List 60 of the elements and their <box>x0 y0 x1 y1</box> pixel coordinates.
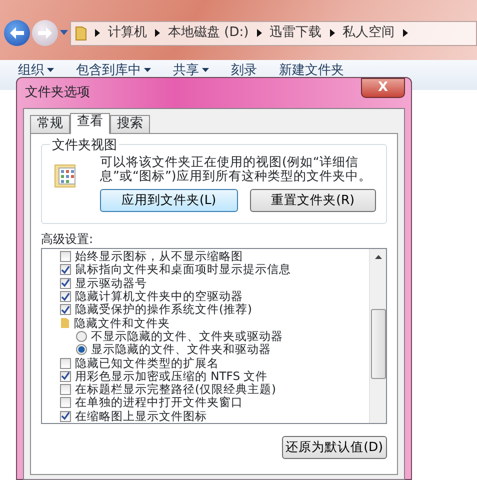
breadcrumb-arrow-icon[interactable] <box>256 29 262 37</box>
setting-label[interactable]: 隐藏计算机文件夹中的空驱动器 <box>75 290 243 304</box>
history-dropdown-icon[interactable] <box>60 30 68 36</box>
folder-icon <box>75 25 87 41</box>
scroll-thumb[interactable] <box>370 309 386 379</box>
checkbox[interactable] <box>60 384 71 396</box>
action-button[interactable]: 重置文件夹(R) <box>250 189 376 212</box>
checkbox[interactable] <box>60 304 71 316</box>
toolbar-button[interactable]: 刻录 <box>231 61 257 80</box>
checkbox[interactable] <box>60 397 71 408</box>
back-button[interactable] <box>4 20 30 46</box>
checkbox[interactable] <box>60 358 71 369</box>
breadcrumb-item[interactable]: 本地磁盘 (D:) <box>168 23 249 43</box>
checkbox[interactable] <box>60 278 71 289</box>
checkbox[interactable] <box>60 410 71 422</box>
breadcrumb-item[interactable]: 计算机 <box>108 23 147 43</box>
checkbox[interactable] <box>60 370 71 382</box>
folder-icon <box>60 317 70 330</box>
setting-label[interactable]: 隐藏文件和文件夹 <box>74 316 170 330</box>
setting-label[interactable]: 显示驱动器号 <box>75 276 147 290</box>
restore-defaults-button[interactable]: 还原为默认值(D) <box>282 436 387 459</box>
right-arrow-icon <box>37 26 53 40</box>
radio-button[interactable] <box>76 330 87 342</box>
description-text: 可以将该文件夹正在使用的视图(例如“详细信息”或“图标”)应用到所有这种类型的文件夹中。 <box>100 155 372 183</box>
setting-label[interactable]: 始终显示图标，从不显示缩略图 <box>75 250 243 264</box>
setting-label[interactable]: 隐藏已知文件类型的扩展名 <box>75 356 219 370</box>
scroll-up-icon <box>374 255 382 259</box>
tab[interactable]: 查看 <box>70 113 110 134</box>
address-bar[interactable]: 计算机 本地磁盘 (D:) 迅雷下载 私人空间 <box>70 20 477 46</box>
checkbox[interactable] <box>60 264 71 276</box>
breadcrumb-arrow-icon[interactable] <box>330 29 335 37</box>
setting-label[interactable]: 显示隐藏的文件、文件夹和驱动器 <box>91 343 271 356</box>
breadcrumb-item[interactable]: 迅雷下载 <box>270 23 322 43</box>
action-button[interactable]: 应用到文件夹(L) <box>100 189 238 212</box>
toolbar-button[interactable]: 包含到库中 <box>76 61 151 80</box>
setting-label[interactable]: 在缩略图上显示文件图标 <box>75 410 207 423</box>
section-label: 高级设置: <box>41 231 94 248</box>
window-title: 文件夹选项 <box>25 84 90 102</box>
toolbar-button[interactable]: 新建文件夹 <box>279 61 344 80</box>
radio-button[interactable] <box>76 344 87 356</box>
tab[interactable]: 搜索 <box>110 115 150 133</box>
breadcrumb-arrow-icon[interactable] <box>155 29 160 37</box>
setting-label[interactable]: 鼠标指向文件夹和桌面项时显示提示信息 <box>75 263 291 276</box>
breadcrumb-item[interactable]: 私人空间 <box>342 23 395 43</box>
setting-label[interactable]: 在单独的进程中打开文件夹窗口 <box>75 396 243 410</box>
toolbar-button[interactable]: 组织 <box>18 61 54 80</box>
breadcrumb-arrow-icon[interactable] <box>402 29 408 37</box>
caret-icon <box>202 68 209 72</box>
setting-label[interactable]: 不显示隐藏的文件、文件夹或驱动器 <box>91 330 283 343</box>
caret-icon <box>47 68 54 72</box>
checkbox[interactable] <box>60 291 71 302</box>
setting-label[interactable]: 在标题栏显示完整路径(仅限经典主题) <box>75 383 276 396</box>
setting-label[interactable]: 用彩色显示加密或压缩的 NTFS 文件 <box>75 370 268 383</box>
checkbox[interactable] <box>60 251 71 262</box>
left-arrow-icon <box>9 26 25 40</box>
toolbar-button[interactable]: 共享 <box>173 61 209 80</box>
setting-label[interactable]: 隐藏受保护的操作系统文件(推荐) <box>75 303 252 316</box>
tab[interactable]: 常规 <box>30 115 70 133</box>
breadcrumb-arrow-icon[interactable] <box>95 29 100 37</box>
caret-icon <box>144 68 151 72</box>
